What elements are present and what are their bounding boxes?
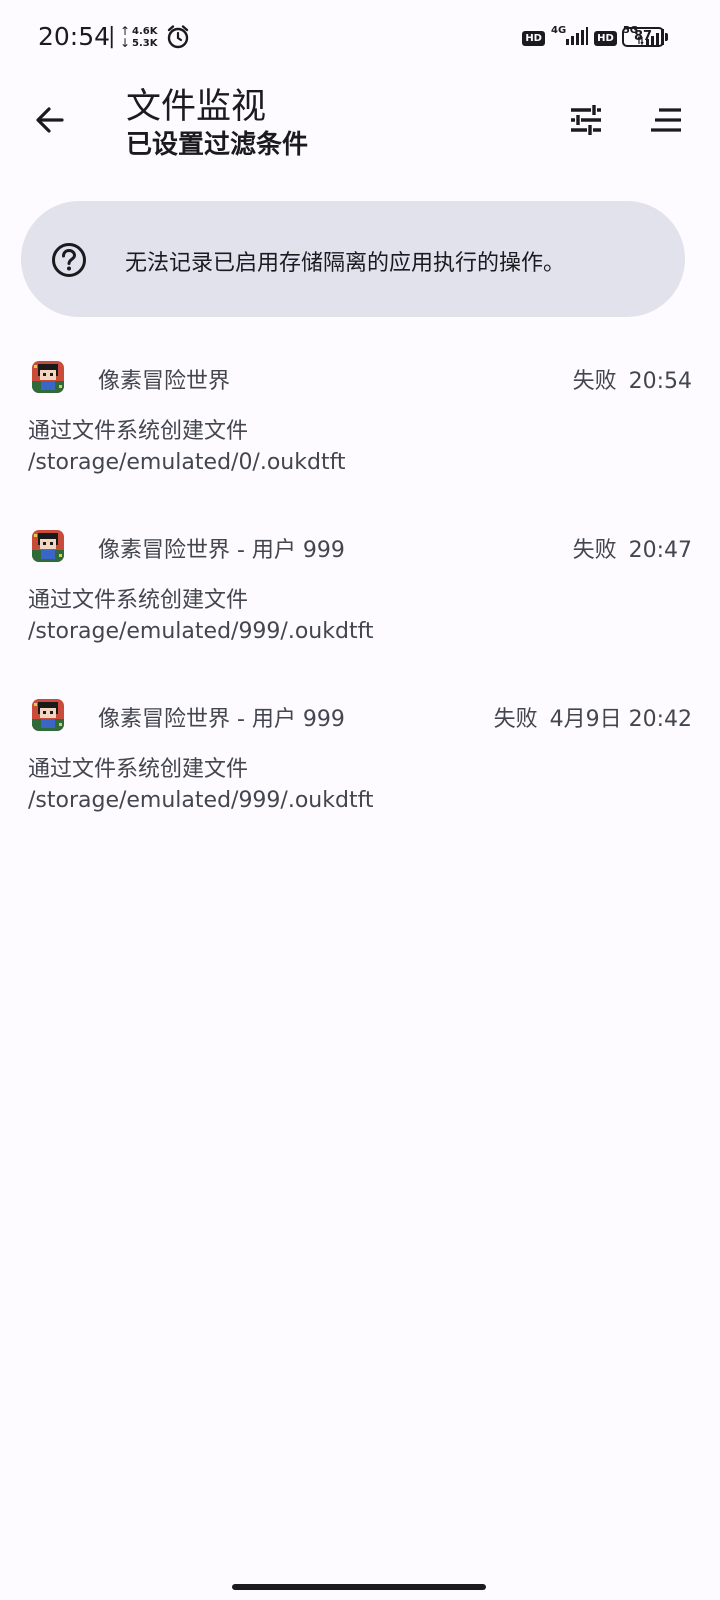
timestamp: 4月9日 20:42 (549, 707, 692, 732)
network-speed: ↑ ↓ 4.6K 5.3K (120, 25, 164, 53)
operation-description: 通过文件系统创建文件 (28, 757, 249, 782)
signal-icon-1 (566, 27, 589, 49)
speed-down: 5.3K (132, 38, 158, 49)
app-icon (32, 530, 64, 562)
list-item[interactable]: 像素冒险世界 - 用户 999 失败 4月9日 20:42 通过文件系统创建文件 … (0, 699, 720, 849)
battery-indicator: 87 (622, 27, 664, 47)
app-bar: 文件监视 已设置过滤条件 (0, 78, 720, 178)
info-message: 无法记录已启用存储隔离的应用执行的操作。 (125, 251, 566, 276)
entry-meta: 失败 20:47 (573, 532, 692, 564)
filter-button[interactable] (558, 92, 614, 148)
sort-button[interactable] (638, 92, 694, 148)
status-time: 20:54 (38, 22, 111, 51)
page-subtitle: 已设置过滤条件 (126, 130, 309, 160)
arrow-left-icon (36, 107, 64, 133)
sort-lines-icon (651, 108, 681, 132)
alarm-icon (166, 24, 190, 54)
info-card: 无法记录已启用存储隔离的应用执行的操作。 (21, 201, 685, 317)
entry-meta: 失败 4月9日 20:42 (494, 701, 692, 733)
hd-badge-1: HD (522, 30, 545, 46)
list-item[interactable]: 像素冒险世界 失败 20:54 通过文件系统创建文件 /storage/emula… (0, 361, 720, 511)
status-separator: | (108, 24, 116, 49)
network-type-1: 4G (550, 24, 567, 36)
entry-meta: 失败 20:54 (573, 363, 692, 395)
file-path: /storage/emulated/0/.oukdtft (28, 450, 346, 475)
updown-arrows-icon: ↑ ↓ (120, 24, 131, 50)
list-item[interactable]: 像素冒险世界 - 用户 999 失败 20:47 通过文件系统创建文件 /stor… (0, 530, 720, 680)
operation-description: 通过文件系统创建文件 (28, 419, 249, 444)
status-label: 失败 (493, 707, 538, 732)
timestamp: 20:47 (628, 538, 692, 563)
operation-description: 通过文件系统创建文件 (28, 588, 249, 613)
app-name: 像素冒险世界 - 用户 999 (98, 707, 345, 732)
file-path: /storage/emulated/999/.oukdtft (28, 788, 374, 813)
page-title: 文件监视 (126, 87, 267, 127)
status-label: 失败 (572, 538, 617, 563)
hd-badge-2: HD (594, 30, 617, 46)
gesture-nav-handle[interactable] (232, 1584, 486, 1590)
app-icon (32, 361, 64, 393)
app-icon (32, 699, 64, 731)
app-name: 像素冒险世界 - 用户 999 (98, 538, 345, 563)
tune-icon (571, 105, 601, 135)
back-button[interactable] (22, 92, 78, 148)
battery-tip (665, 33, 668, 41)
file-path: /storage/emulated/999/.oukdtft (28, 619, 374, 644)
status-label: 失败 (572, 369, 617, 394)
speed-up: 4.6K (132, 26, 158, 37)
status-bar: 20:54 | ↑ ↓ 4.6K 5.3K HD 4G HD 5G 87 (0, 0, 720, 78)
app-name: 像素冒险世界 (98, 369, 231, 394)
help-circle-icon (51, 242, 87, 282)
timestamp: 20:54 (628, 369, 692, 394)
